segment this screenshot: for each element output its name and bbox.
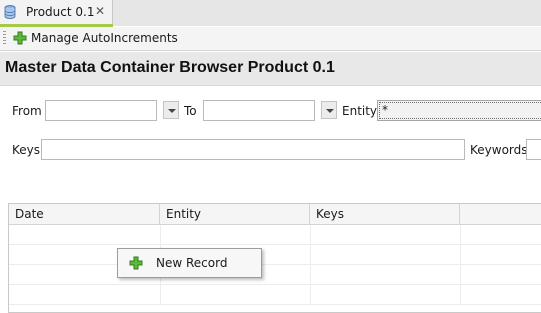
entity-selected-value: * [382, 103, 388, 117]
table-cell [310, 265, 461, 284]
to-date-input[interactable] [203, 100, 315, 121]
table-row[interactable] [9, 225, 541, 245]
from-label: From [12, 104, 42, 118]
column-header-entity[interactable]: Entity [160, 204, 310, 225]
to-label: To [184, 104, 197, 118]
entity-select-focus-ring [379, 102, 541, 119]
close-icon[interactable]: ✕ [95, 4, 105, 18]
table-row[interactable] [9, 245, 541, 265]
entity-select[interactable]: * [377, 100, 541, 121]
from-date-input[interactable] [45, 100, 157, 121]
keywords-label: Keywords [470, 143, 528, 157]
tab-title: Product 0.1 [26, 5, 95, 19]
entity-label: Entity [342, 104, 378, 118]
toolbar: Manage AutoIncrements [0, 27, 541, 51]
column-header-filler [460, 204, 541, 225]
page-header: Master Data Container Browser Product 0.… [0, 52, 541, 86]
keys-label: Keys [12, 143, 41, 157]
database-icon [4, 5, 16, 19]
table-cell [310, 285, 461, 304]
table-cell [160, 285, 311, 304]
keys-input[interactable] [41, 139, 465, 160]
column-header-date[interactable]: Date [9, 204, 160, 225]
manage-autoincrements-label: Manage AutoIncrements [31, 31, 178, 45]
table-cell [160, 225, 311, 244]
table-cell [310, 225, 461, 244]
results-table[interactable]: Date Entity Keys [8, 203, 541, 313]
table-row[interactable] [9, 285, 541, 305]
menu-item-new-record[interactable]: New Record [120, 251, 259, 275]
page-title: Master Data Container Browser Product 0.… [5, 59, 335, 76]
toolbar-grip-handle[interactable] [3, 31, 6, 46]
table-cell [310, 245, 461, 264]
table-cell [9, 225, 161, 244]
menu-item-label: New Record [156, 256, 228, 270]
context-menu: New Record [117, 248, 262, 278]
green-plus-icon [129, 256, 143, 270]
keywords-input[interactable] [526, 139, 541, 160]
from-date-picker-button[interactable] [163, 101, 179, 119]
tab-product[interactable]: Product 0.1 ✕ [0, 0, 113, 24]
to-date-picker-button[interactable] [321, 101, 337, 119]
table-row[interactable] [9, 265, 541, 285]
manage-autoincrements-button[interactable]: Manage AutoIncrements [10, 28, 178, 50]
column-header-keys[interactable]: Keys [310, 204, 460, 225]
table-header: Date Entity Keys [9, 204, 541, 225]
table-cell [9, 285, 161, 304]
green-plus-icon [13, 31, 27, 45]
